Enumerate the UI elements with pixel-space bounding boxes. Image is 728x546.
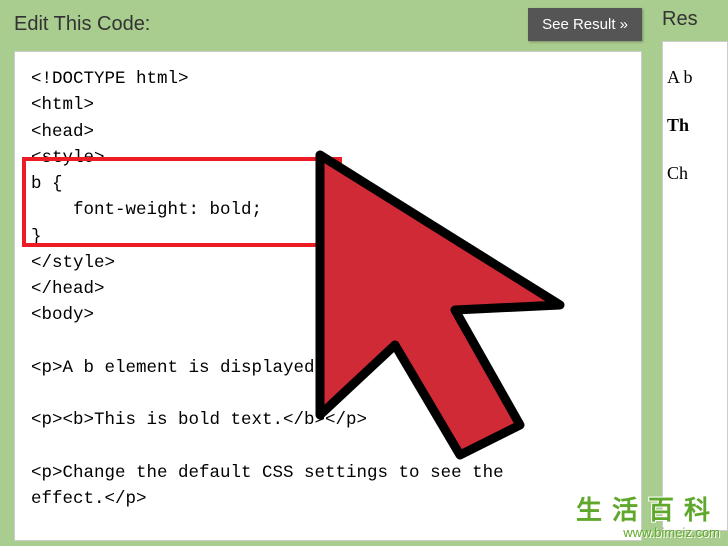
see-result-button[interactable]: See Result »: [528, 8, 642, 41]
result-heading: Res: [662, 8, 698, 31]
code-editor[interactable]: <!DOCTYPE html> <html> <head> <style> b …: [14, 51, 642, 541]
result-preview: A b Th Ch: [662, 41, 728, 531]
result-line-2: Th: [667, 108, 719, 142]
result-line-3: Ch: [667, 156, 719, 190]
edit-code-heading: Edit This Code:: [14, 13, 150, 36]
code-content: <!DOCTYPE html> <html> <head> <style> b …: [31, 69, 504, 509]
result-line-1: A b: [667, 60, 719, 94]
